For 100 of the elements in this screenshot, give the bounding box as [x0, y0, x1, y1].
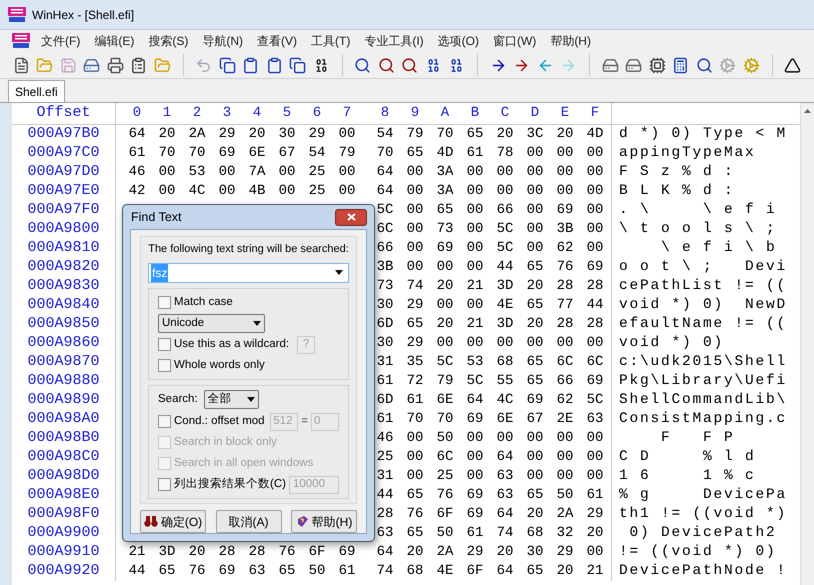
- menu-item[interactable]: 编辑(E): [87, 32, 142, 50]
- hex-byte: 20: [556, 562, 574, 581]
- hex-byte: 63: [586, 410, 604, 429]
- hex-byte: 65: [526, 486, 544, 505]
- hex-byte: 70: [436, 410, 454, 429]
- hex-byte: 64: [376, 182, 394, 201]
- hex-byte: 30: [278, 125, 296, 144]
- hex-byte: 3D: [496, 315, 514, 334]
- hex-byte: 20: [526, 277, 544, 296]
- offset-label: 000A9860: [26, 333, 100, 354]
- ok-button[interactable]: 确定(O): [140, 510, 206, 533]
- hex-byte: 00: [338, 125, 356, 144]
- hex-byte: 69: [586, 372, 604, 391]
- hex-byte: 30: [526, 543, 544, 562]
- hex-byte: 00: [406, 467, 424, 486]
- hex-byte: 00: [466, 258, 484, 277]
- menu-item[interactable]: 导航(N): [195, 32, 250, 50]
- hex-byte: 50: [436, 429, 454, 448]
- scroll-up-icon[interactable]: [804, 109, 811, 113]
- hex-byte: 5C: [586, 391, 604, 410]
- hex-byte: 73: [436, 220, 454, 239]
- ascii-text: \ e f i \ b: [660, 238, 777, 258]
- ascii-text: F S z % d :: [619, 162, 735, 182]
- menu-item[interactable]: 文件(F): [34, 32, 88, 50]
- hex-byte: 28: [376, 505, 394, 524]
- hex-byte: 64: [376, 543, 394, 562]
- search-label: Search:: [158, 392, 198, 407]
- hex-byte: 00: [556, 163, 574, 182]
- caret-icon: [246, 397, 255, 402]
- hex-byte: 00: [586, 429, 604, 448]
- app-logo-icon: [8, 6, 26, 22]
- menu-item[interactable]: 帮助(H): [543, 32, 598, 50]
- hex-byte: 50: [556, 486, 574, 505]
- help-button[interactable]: 帮助(H): [291, 510, 357, 533]
- close-button[interactable]: [335, 208, 367, 226]
- hex-byte: 00: [466, 429, 484, 448]
- hex-byte: 69: [436, 239, 454, 258]
- cancel-button[interactable]: 取消(A): [216, 510, 282, 533]
- hex-byte: 66: [556, 372, 574, 391]
- hex-byte: 2E: [556, 410, 574, 429]
- menu-item[interactable]: 专业工具(I): [357, 32, 431, 50]
- hex-byte: 53: [188, 163, 206, 182]
- checkbox-label: Search in block only: [174, 434, 277, 450]
- hex-byte: 69: [466, 410, 484, 429]
- hex-byte: 69: [586, 258, 604, 277]
- scrollbar[interactable]: [800, 103, 814, 585]
- hex-byte: 61: [128, 144, 146, 163]
- offset-label: 000A9800: [26, 219, 100, 240]
- hex-byte: 3D: [496, 277, 514, 296]
- menu-item[interactable]: 选项(O): [430, 32, 486, 50]
- encoding-select[interactable]: Unicode: [158, 314, 265, 333]
- ascii-text: B L K % d :: [619, 182, 735, 201]
- menu-item[interactable]: 搜索(S): [141, 32, 196, 50]
- hex-byte: 00: [526, 182, 544, 201]
- ascii-text: \ t o o l s \ ;: [619, 220, 777, 239]
- checkbox[interactable]: [158, 358, 171, 372]
- hex-byte: 69: [556, 201, 574, 220]
- scope-select[interactable]: 全部: [204, 390, 259, 409]
- hex-byte: 00: [556, 448, 574, 467]
- menu-item[interactable]: 窗口(W): [486, 32, 544, 50]
- hex-byte: 00: [466, 201, 484, 220]
- close-icon: [346, 213, 356, 221]
- hex-byte: 00: [466, 296, 484, 315]
- hex-byte: 64: [466, 391, 484, 410]
- hex-byte: 00: [436, 258, 454, 277]
- checkbox[interactable]: [158, 415, 171, 428]
- hex-byte: 61: [406, 391, 424, 410]
- hex-byte: 61: [586, 486, 604, 505]
- hex-byte: 00: [556, 144, 574, 163]
- hex-byte: 64: [496, 505, 514, 524]
- hex-byte: 69: [218, 144, 236, 163]
- hex-byte: 00: [278, 182, 296, 201]
- hex-byte: 65: [466, 125, 484, 144]
- hex-byte: 00: [218, 182, 236, 201]
- hex-byte: 21: [128, 543, 146, 562]
- hex-byte: 00: [526, 448, 544, 467]
- equals-sign: =: [301, 414, 308, 429]
- hex-byte: 50: [436, 524, 454, 543]
- menu-item[interactable]: 工具(T): [304, 32, 358, 50]
- hex-byte: 00: [556, 429, 574, 448]
- column-header: 7: [342, 104, 352, 123]
- offset-label: 000A98E0: [26, 485, 100, 506]
- hex-byte: 20: [406, 543, 424, 562]
- hex-byte: 20: [188, 543, 206, 562]
- ascii-text: F F P: [660, 428, 735, 448]
- hex-byte: 55: [496, 372, 514, 391]
- checkbox[interactable]: [158, 478, 171, 491]
- hex-byte: 62: [556, 391, 574, 410]
- checkbox[interactable]: [158, 296, 171, 309]
- file-tab[interactable]: Shell.efi: [8, 80, 65, 102]
- hex-byte: 61: [376, 410, 394, 429]
- hex-byte: 54: [308, 144, 326, 163]
- hex-byte: 25: [376, 448, 394, 467]
- checkbox[interactable]: [158, 338, 171, 352]
- hex-byte: 65: [406, 486, 424, 505]
- menu-item[interactable]: 查看(V): [250, 32, 304, 50]
- hex-byte: 00: [556, 182, 574, 201]
- hex-byte: 00: [556, 467, 574, 486]
- hex-byte: 4E: [436, 562, 454, 581]
- ascii-text: 1 6 1 % c: [619, 466, 756, 486]
